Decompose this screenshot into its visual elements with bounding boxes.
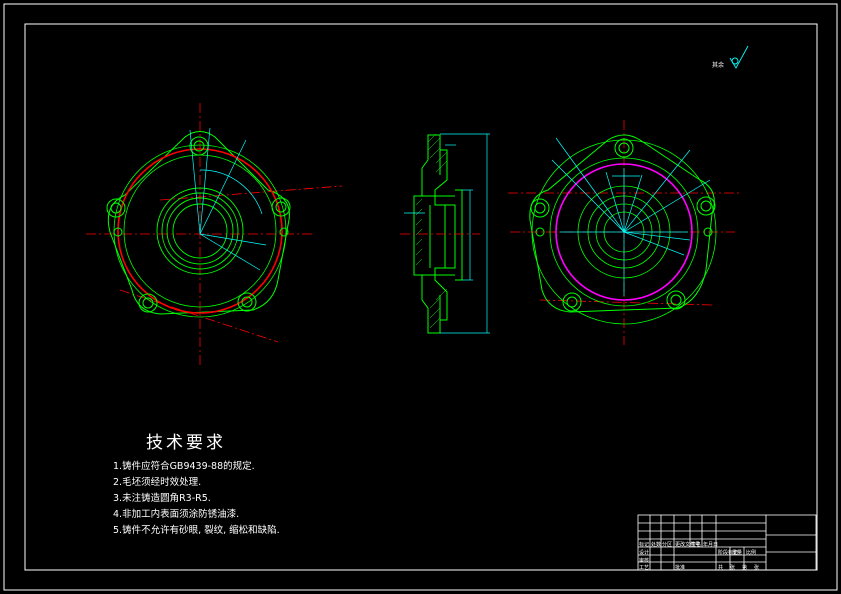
title-block-cell: 分区 [662, 542, 673, 548]
title-block-cell: 比例 [746, 550, 757, 556]
right-view [508, 120, 742, 345]
technical-requirement-item: 2.毛坯须经时效处理. [113, 477, 202, 488]
title-block-cell: 工艺 [639, 565, 650, 571]
technical-requirements-title: 技术要求 [146, 433, 226, 453]
title-block-cell: 共 [718, 565, 724, 571]
title-block-cell: 标记 [639, 542, 650, 548]
left-view [86, 103, 343, 365]
cad-drawing-canvas [3, 3, 838, 591]
title-block-cell: 第 [742, 565, 748, 571]
technical-requirement-item: 1.铸件应符合GB9439-88的规定. [113, 461, 255, 472]
title-block-cell: 签名 [691, 542, 702, 548]
title-block-cell: 设计 [639, 550, 650, 556]
title-block-cell: 张 [730, 565, 736, 571]
title-block-cell: 批准 [675, 565, 686, 571]
inner-frame [24, 23, 818, 571]
technical-requirement-item: 3.未注铸造圆角R3-R5. [113, 493, 211, 504]
roughness-symbol-icon [729, 45, 749, 69]
section-view [400, 133, 490, 334]
technical-requirement-item: 5.铸件不允许有砂眼, 裂纹, 缩松和缺陷. [113, 525, 280, 536]
technical-requirement-item: 4.非加工内表面须涂防锈油漆. [113, 509, 240, 520]
title-block-cell: 张 [754, 565, 760, 571]
roughness-note-label: 其余 [712, 62, 725, 69]
title-block-cell: 年月日 [703, 542, 719, 548]
title-block-cell: 重量 [732, 550, 743, 556]
title-block-cell: 审核 [639, 558, 650, 564]
title-block-cell: 处数 [651, 542, 662, 548]
